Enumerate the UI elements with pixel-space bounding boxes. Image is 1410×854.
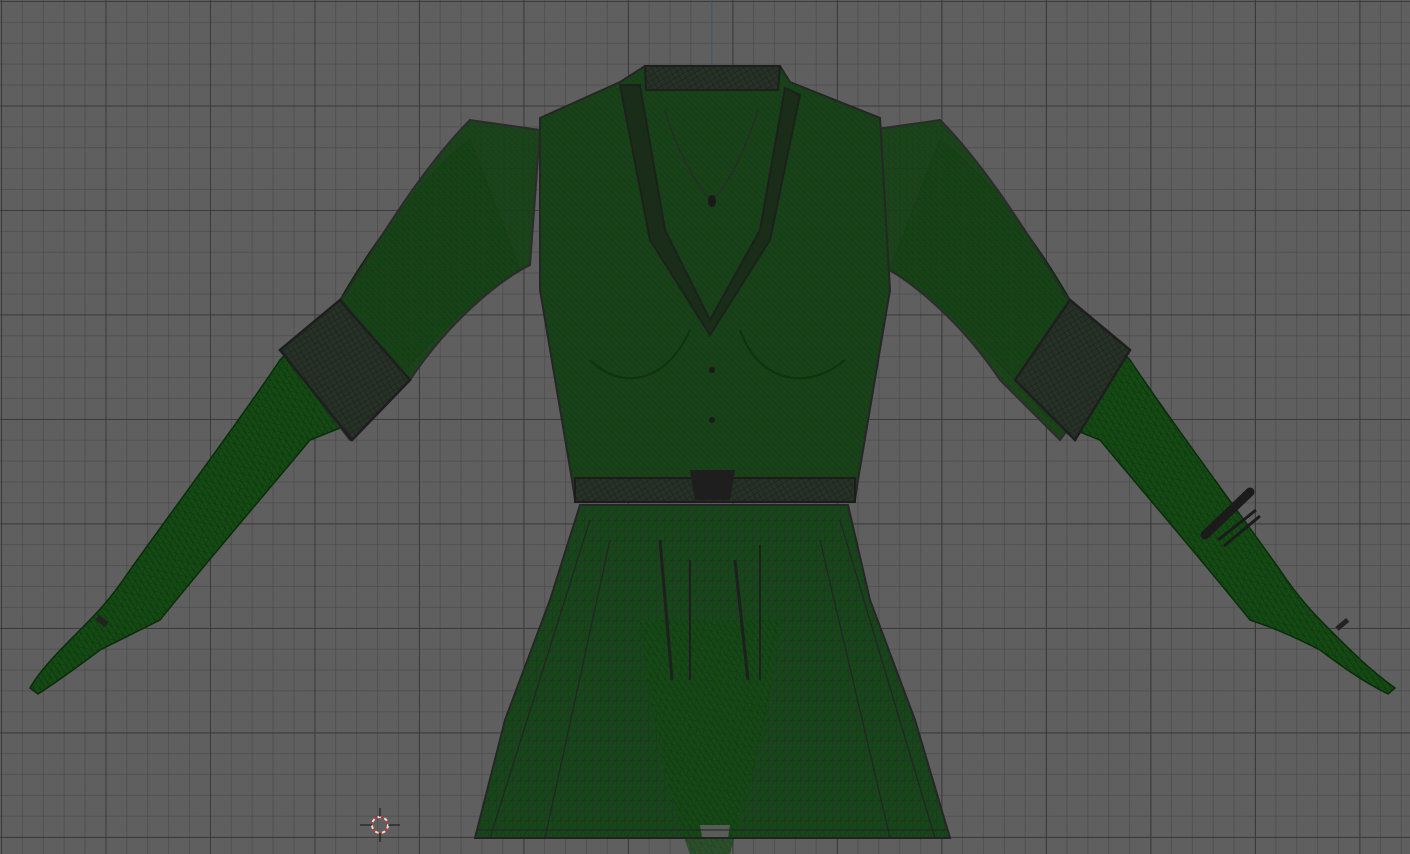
belt-knot [690, 470, 735, 500]
button-dot [709, 367, 715, 373]
skirt[interactable] [473, 504, 952, 854]
button-dot [709, 417, 715, 423]
3d-cursor-icon[interactable] [360, 808, 400, 842]
right-arm[interactable] [868, 118, 1397, 695]
left-arm[interactable] [29, 118, 542, 695]
collar[interactable] [643, 65, 782, 91]
wireframe-model[interactable] [0, 0, 1410, 854]
right-ring[interactable] [1335, 617, 1350, 631]
3d-viewport[interactable] [0, 0, 1410, 854]
torso-shirt[interactable] [539, 65, 892, 503]
pendant-icon [708, 195, 716, 207]
